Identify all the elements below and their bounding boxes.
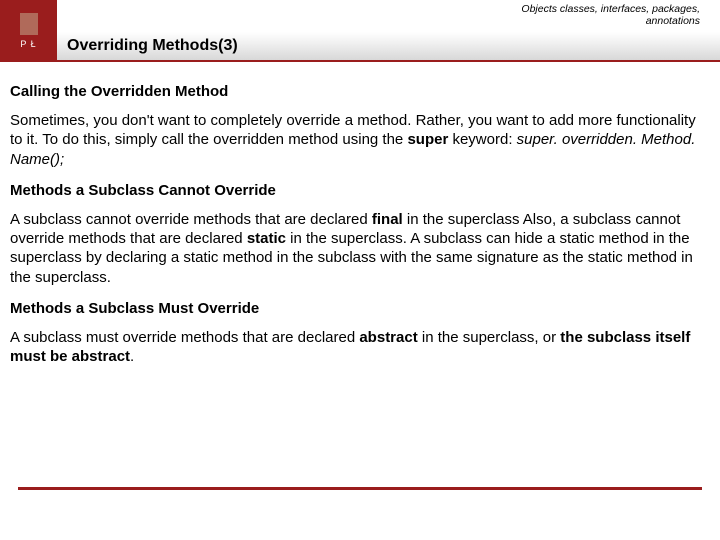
p2-text-a: A subclass cannot override methods that … — [10, 211, 372, 228]
title-bar: Overriding Methods(3) — [57, 32, 720, 62]
title-area: Objects classes, interfaces, packages, a… — [57, 0, 720, 62]
institution-logo: P Ł — [0, 0, 57, 62]
p1-super: super — [407, 131, 448, 148]
breadcrumb-line1: Objects classes, interfaces, packages, — [521, 3, 700, 15]
p3-text-c: . — [130, 348, 134, 365]
p3-abstract: abstract — [359, 329, 417, 346]
para-calling: Sometimes, you don't want to completely … — [10, 111, 710, 169]
slide-header: P Ł Objects classes, interfaces, package… — [0, 0, 720, 62]
shield-icon — [20, 13, 38, 35]
slide-content: Calling the Overridden Method Sometimes,… — [0, 62, 720, 366]
p2-static: static — [247, 230, 286, 247]
p2-final: final — [372, 211, 403, 228]
p3-text-a: A subclass must override methods that ar… — [10, 329, 359, 346]
heading-calling: Calling the Overridden Method — [10, 82, 710, 101]
heading-cannot: Methods a Subclass Cannot Override — [10, 181, 710, 200]
para-cannot: A subclass cannot override methods that … — [10, 210, 710, 287]
footer-divider — [18, 487, 702, 490]
p3-text-b: in the superclass, or — [418, 329, 561, 346]
breadcrumb-line2: annotations — [646, 15, 700, 27]
para-must: A subclass must override methods that ar… — [10, 328, 710, 366]
heading-must: Methods a Subclass Must Override — [10, 299, 710, 318]
logo-letters: P Ł — [20, 40, 38, 49]
p1-text-b: keyword: — [448, 131, 516, 148]
slide-title: Overriding Methods(3) — [67, 37, 238, 55]
breadcrumb: Objects classes, interfaces, packages, a… — [521, 4, 700, 27]
